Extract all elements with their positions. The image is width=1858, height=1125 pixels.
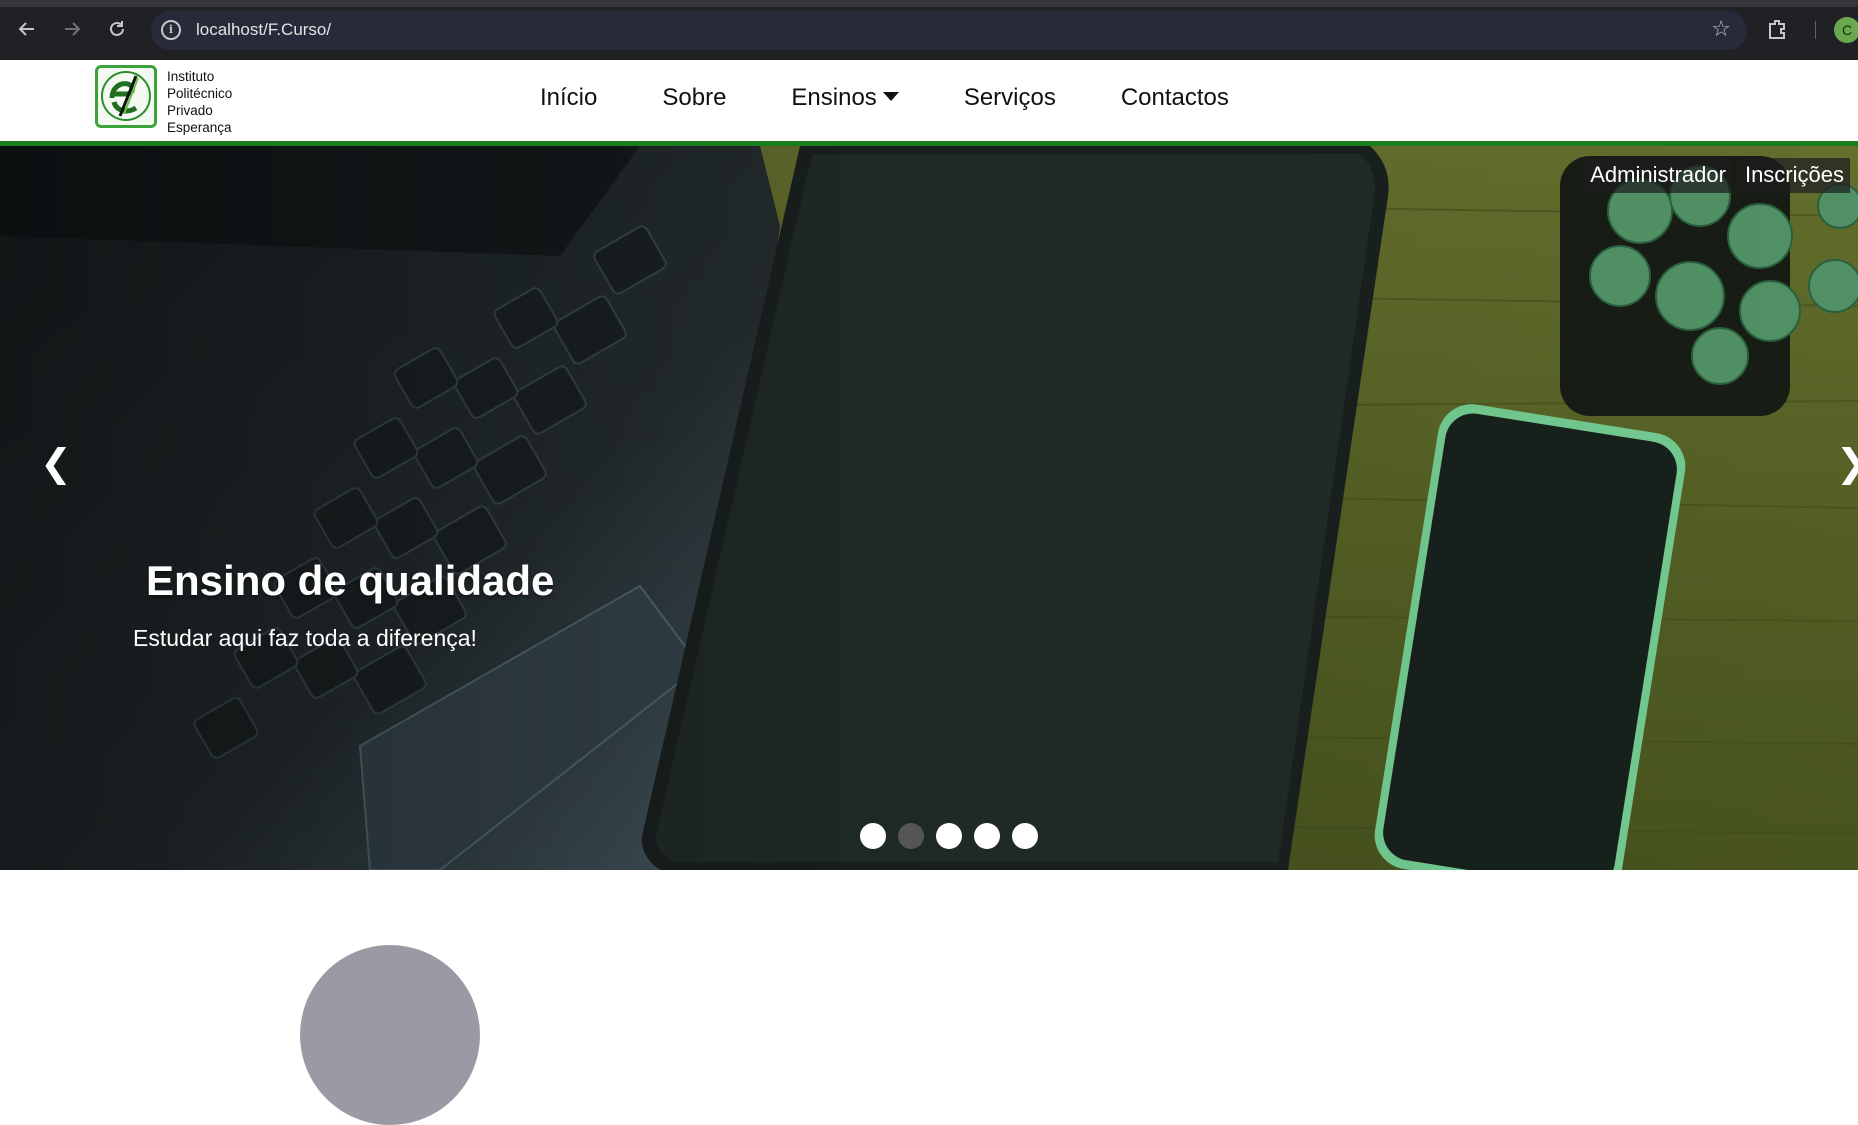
bookmark-star-icon[interactable]: ☆: [1711, 16, 1731, 42]
nav-ensinos-dropdown[interactable]: Ensinos: [791, 84, 899, 112]
enroll-link[interactable]: Inscrições: [1737, 158, 1850, 193]
address-bar-url[interactable]: localhost/F.Curso/: [196, 20, 331, 40]
carousel-indicator-dot[interactable]: [898, 823, 924, 849]
hero-title: Ensino de qualidade: [146, 557, 555, 604]
nav-ensinos-label: Ensinos: [791, 84, 877, 111]
admin-link[interactable]: Administrador: [1583, 158, 1732, 193]
reload-icon[interactable]: [103, 15, 131, 43]
nav-servicos[interactable]: Serviços: [964, 84, 1056, 112]
carousel-indicators: [860, 823, 1038, 849]
institute-name-line: Instituto: [167, 69, 215, 84]
content-section: [0, 870, 1858, 1125]
carousel-next-icon[interactable]: ❯: [1836, 441, 1858, 486]
carousel-indicator-dot[interactable]: [974, 823, 1000, 849]
forward-icon[interactable]: [58, 15, 86, 43]
carousel-indicator-dot[interactable]: [936, 823, 962, 849]
profile-avatar[interactable]: C: [1834, 17, 1858, 43]
nav-inicio[interactable]: Início: [540, 84, 597, 112]
institute-logo[interactable]: [95, 65, 157, 128]
toolbar-divider: [1815, 21, 1816, 39]
site-header: Instituto Politécnico Privado Esperança …: [0, 60, 1858, 141]
back-icon[interactable]: [13, 15, 41, 43]
hero-background-image: [0, 146, 1858, 870]
hero-carousel: Administrador Inscrições ❮ ❯ Ensino de q…: [0, 146, 1858, 870]
top-links: Administrador Inscrições: [1583, 158, 1850, 193]
extensions-icon[interactable]: [1766, 17, 1790, 41]
carousel-indicator-dot[interactable]: [1012, 823, 1038, 849]
nav-sobre[interactable]: Sobre: [662, 84, 726, 112]
institute-name: Instituto Politécnico Privado Esperança: [167, 68, 232, 136]
hero-subtitle: Estudar aqui faz toda a diferença!: [133, 625, 477, 651]
institute-name-line: Privado: [167, 103, 213, 118]
section-image: [300, 945, 480, 1125]
browser-chrome: i localhost/F.Curso/ ☆ C: [0, 0, 1858, 60]
institute-name-line: Esperança: [167, 120, 232, 135]
caret-down-icon: [882, 92, 899, 101]
site-info-icon[interactable]: i: [161, 20, 181, 40]
carousel-prev-icon[interactable]: ❮: [40, 441, 72, 486]
address-bar[interactable]: i localhost/F.Curso/ ☆: [151, 11, 1747, 50]
nav-contactos[interactable]: Contactos: [1121, 84, 1229, 112]
main-nav: Início Sobre Ensinos Serviços Contactos: [540, 84, 1294, 112]
browser-tabstrip-edge: [0, 0, 1858, 7]
institute-name-line: Politécnico: [167, 86, 233, 101]
carousel-indicator-dot[interactable]: [860, 823, 886, 849]
